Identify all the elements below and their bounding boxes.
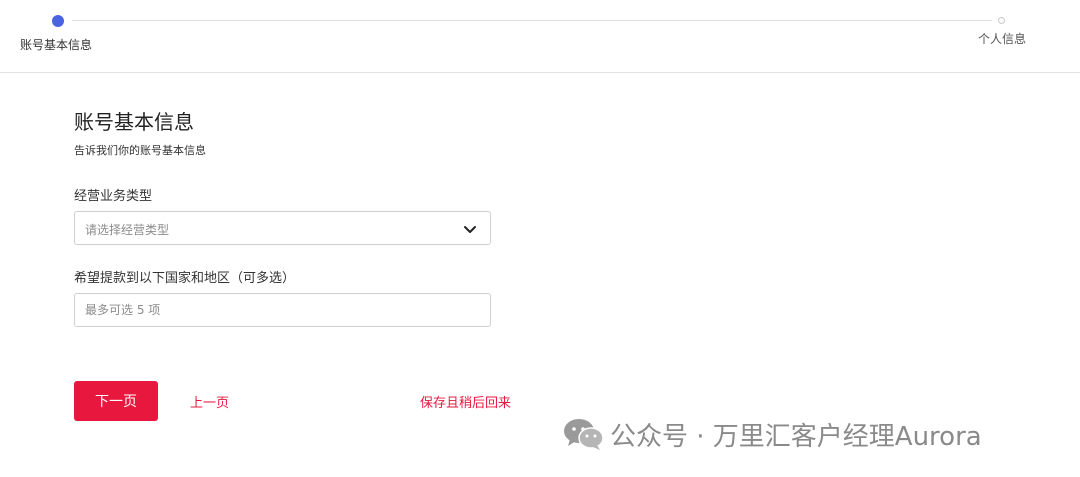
next-page-button[interactable]: 下一页 (74, 381, 158, 421)
progress-stepper: 账号基本信息 个人信息 (0, 0, 1080, 73)
chevron-down-icon (464, 226, 476, 233)
save-and-return-later-link[interactable]: 保存且稍后回来 (420, 392, 511, 411)
watermark: 公众号 · 万里汇客户经理Aurora (562, 416, 982, 452)
business-type-placeholder: 请选择经营类型 (85, 223, 170, 237)
page-subtitle: 告诉我们你的账号基本信息 (74, 144, 206, 157)
watermark-text: 公众号 · 万里汇客户经理Aurora (610, 421, 982, 452)
step-indicator-active (52, 15, 64, 27)
step-label-account-info: 账号基本信息 (20, 38, 93, 52)
step-indicator-inactive (998, 17, 1005, 24)
business-type-select[interactable]: 请选择经营类型 (74, 211, 491, 245)
withdraw-regions-input[interactable] (74, 293, 491, 327)
previous-page-link[interactable]: 上一页 (190, 392, 229, 411)
withdraw-regions-label: 希望提款到以下国家和地区（可多选） (74, 271, 296, 286)
step-label-personal-info: 个人信息 (978, 32, 1027, 46)
wechat-icon (564, 419, 604, 450)
business-type-label: 经营业务类型 (74, 189, 153, 204)
stepper-track (72, 20, 992, 21)
page-title: 账号基本信息 (74, 110, 194, 134)
page: 账号基本信息 个人信息 账号基本信息 告诉我们你的账号基本信息 经营业务类型 请… (0, 0, 1080, 477)
